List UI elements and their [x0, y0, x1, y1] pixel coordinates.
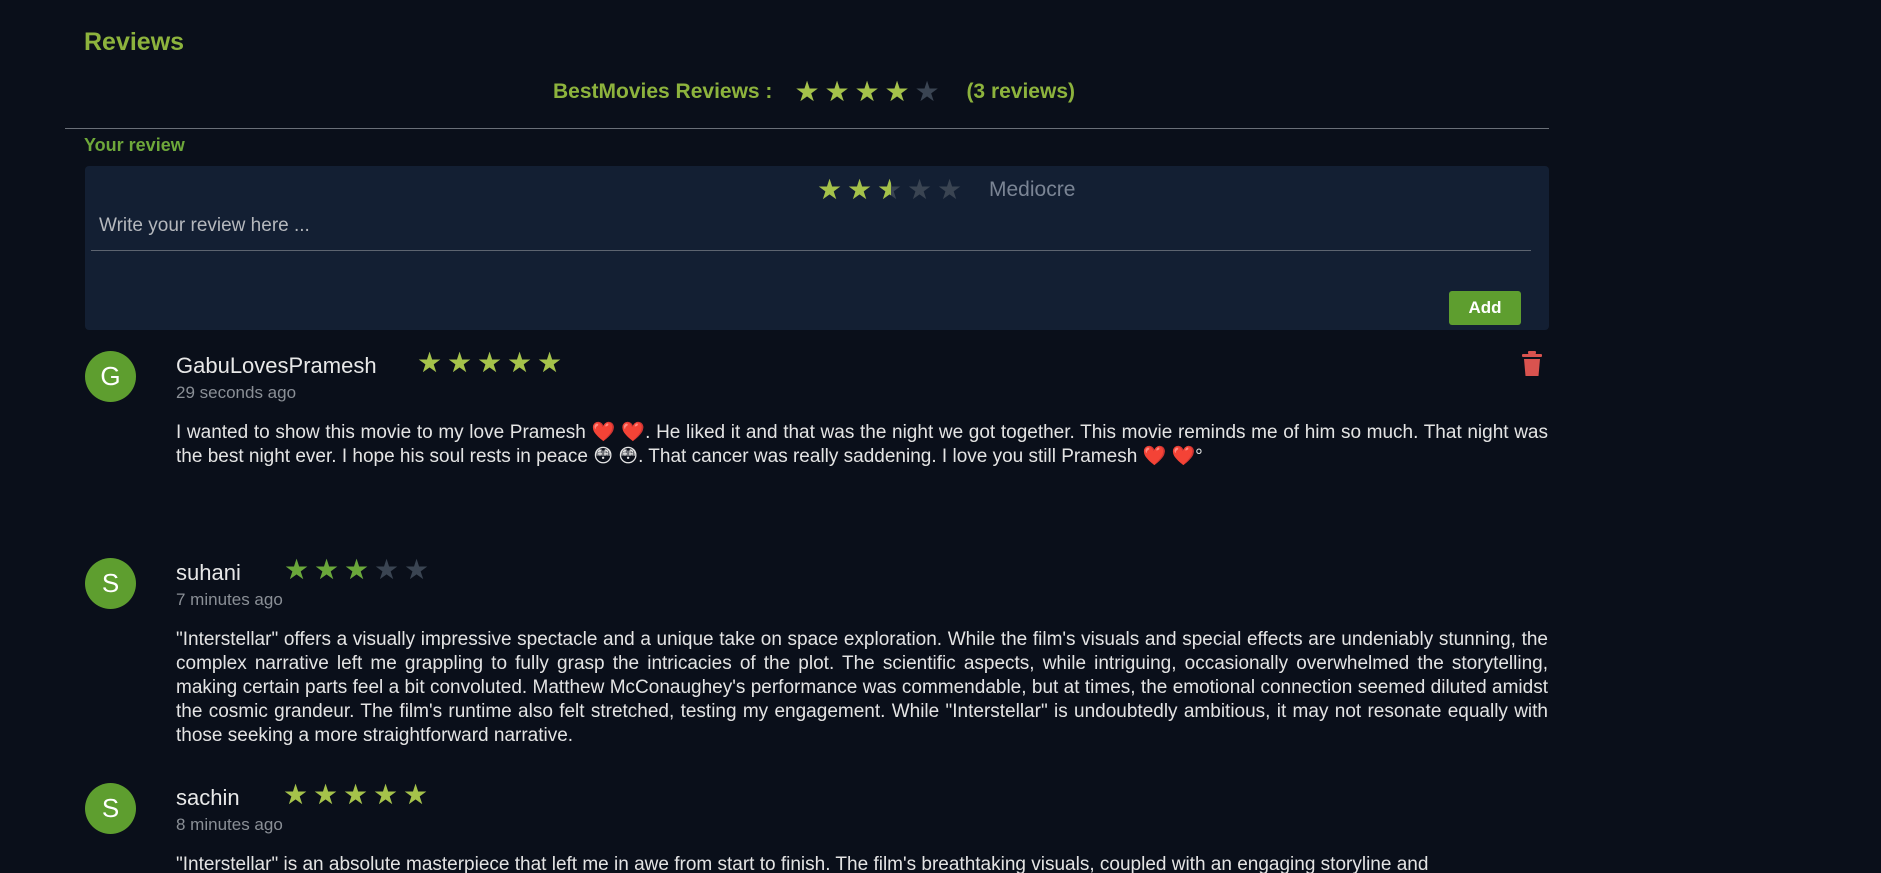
review-stars: ★ ★ ★ ★ ★ ★ ★ ★ ★ ★ — [417, 349, 567, 377]
review-timestamp: 7 minutes ago — [176, 590, 283, 609]
star-icon[interactable]: ★ — [937, 176, 965, 204]
star-icon: ★ ★ — [794, 75, 820, 108]
star-icon: ★ — [374, 553, 400, 586]
review-timestamp: 29 seconds ago — [176, 383, 297, 402]
star-icon[interactable]: ★ — [907, 176, 935, 204]
summary-stars: ★ ★ ★ ★ ★ ★ ★ ★ ★ — [794, 78, 944, 106]
star-icon: ★ ★ — [373, 778, 399, 811]
star-icon: ★ ★ — [537, 346, 563, 379]
trash-icon[interactable] — [1521, 351, 1543, 377]
reviews-page: Reviews BestMovies Reviews : ★ ★ ★ ★ ★ ★ ★ ★ ★ (… — [0, 0, 1881, 873]
star-icon: ★ ★ — [824, 75, 850, 108]
star-icon: ★ ★ — [313, 778, 339, 811]
review-text: "Interstellar" offers a visually impress… — [176, 629, 1548, 746]
summary-review-count: (3 reviews) — [966, 80, 1075, 103]
avatar: S — [85, 558, 136, 609]
review-text: "Interstellar" is an absolute masterpiec… — [176, 854, 1429, 873]
star-icon: ★ — [404, 553, 430, 586]
review-author: sachin — [176, 785, 240, 810]
avatar: S — [85, 783, 136, 834]
review-stars: ★ ★ ★ ★ ★ ★ ★ ★ — [284, 556, 434, 584]
avatar: G — [85, 351, 136, 402]
your-review-label: Your review — [84, 135, 185, 155]
star-icon[interactable]: ★ ★ — [847, 176, 875, 204]
star-icon: ★ ★ — [507, 346, 533, 379]
star-icon: ★ ★ — [284, 553, 310, 586]
summary-site-label: BestMovies Reviews : — [553, 80, 773, 103]
review-author: GabuLovesPramesh — [176, 353, 377, 378]
star-icon: ★ ★ — [884, 75, 910, 108]
star-icon: ★ ★ — [314, 553, 340, 586]
star-icon: ★ ★ — [447, 346, 473, 379]
star-icon: ★ ★ — [417, 346, 443, 379]
star-icon: ★ ★ — [344, 553, 370, 586]
review-form: ★★★★★★★★ Mediocre Add — [85, 166, 1549, 330]
star-icon[interactable]: ★ ★ — [817, 176, 845, 204]
star-icon: ★ ★ — [283, 778, 309, 811]
star-icon: ★ — [914, 75, 940, 108]
rating-stars-input[interactable]: ★ ★ ★ ★ ★ ★ ★ ★ — [817, 176, 967, 204]
review-author: suhani — [176, 560, 241, 585]
rating-input: ★ ★ ★ ★ ★ ★ ★ ★ Mediocre — [817, 176, 1075, 204]
review-timestamp: 8 minutes ago — [176, 815, 283, 834]
star-icon: ★ ★ — [477, 346, 503, 379]
section-title: Reviews — [84, 28, 185, 56]
add-review-button[interactable]: Add — [1449, 291, 1521, 325]
review-text-input[interactable] — [91, 202, 1531, 251]
rating-label: Mediocre — [989, 178, 1076, 201]
star-icon: ★ ★ — [343, 778, 369, 811]
section-divider — [65, 128, 1549, 129]
star-icon: ★ ★ — [854, 75, 880, 108]
star-icon: ★ ★ — [403, 778, 429, 811]
rating-summary: BestMovies Reviews : ★ ★ ★ ★ ★ ★ ★ ★ ★ (3 review… — [553, 78, 1075, 106]
review-text: I wanted to show this movie to my love P… — [176, 422, 1548, 467]
star-icon[interactable]: ★ ★ — [877, 176, 905, 204]
review-stars: ★ ★ ★ ★ ★ ★ ★ ★ ★ ★ — [283, 781, 433, 809]
